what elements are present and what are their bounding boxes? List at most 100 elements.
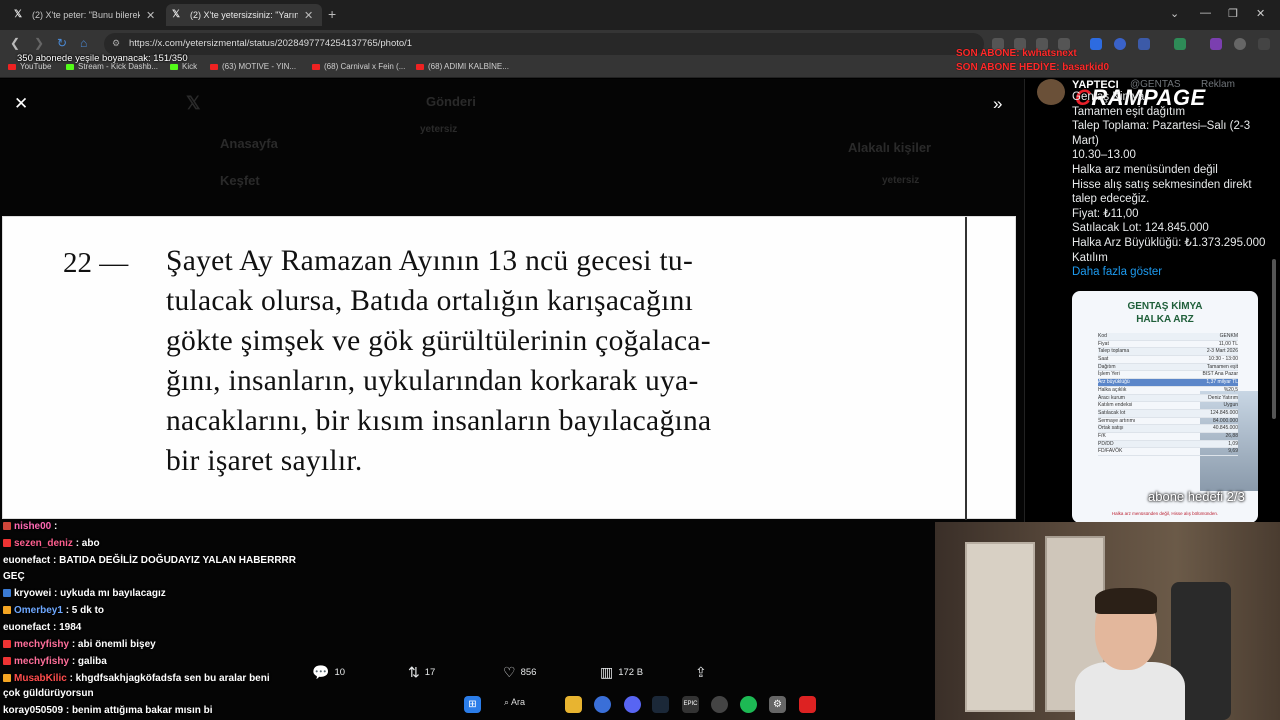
chat-badge-icon bbox=[3, 640, 11, 648]
taskbar: ⊞ ⌕ Ara EPIC ⚙ bbox=[462, 693, 822, 717]
like-button[interactable]: ♡ 856 bbox=[503, 664, 536, 681]
ad-text: Gentaş Kimya Tamamen eşit dağıtım Talep … bbox=[1072, 90, 1272, 280]
chat-username[interactable]: nishe00 bbox=[14, 521, 51, 532]
taskbar-search[interactable]: ⌕ Ara bbox=[504, 697, 525, 708]
extension-icon[interactable] bbox=[1138, 38, 1150, 50]
steam-icon[interactable] bbox=[652, 696, 669, 713]
scrollbar[interactable] bbox=[1272, 259, 1276, 419]
close-icon[interactable]: ✕ bbox=[146, 9, 155, 22]
view-count: 172 B bbox=[618, 667, 644, 678]
lab-icon[interactable] bbox=[1174, 38, 1186, 50]
ad-table-key: FD/FAVÖK bbox=[1098, 448, 1123, 455]
close-lightbox-button[interactable]: ✕ bbox=[14, 94, 28, 114]
menu-icon[interactable] bbox=[1258, 38, 1270, 50]
browser-icon[interactable] bbox=[594, 696, 611, 713]
ad-table-value: Uygun bbox=[1223, 402, 1238, 409]
extension-icon[interactable] bbox=[1210, 38, 1222, 50]
photo-text-line: bir işaret sayılır. bbox=[166, 445, 363, 477]
windows-start-icon[interactable]: ⊞ bbox=[464, 696, 481, 713]
ad-table-value: 124.845.000 bbox=[1210, 409, 1238, 416]
bookmark-adimi-kalbine[interactable]: (68) ADIMI KALBİNE... bbox=[416, 62, 509, 71]
ad-text-line: Hisse alış satış sekmesinden direkt bbox=[1072, 178, 1252, 191]
url-field[interactable]: ⚙ https://x.com/yetersizmental/status/20… bbox=[104, 33, 984, 55]
post-header: Gönderi bbox=[426, 94, 476, 109]
chat-username[interactable]: kryowei bbox=[14, 588, 51, 599]
ad-table-row: Fiyat 11,00 TL bbox=[1098, 341, 1238, 349]
settings-icon[interactable]: ⚙ bbox=[769, 696, 786, 713]
sub-progress-overlay: 350 abonede yeşile boyanacak: 151/350 bbox=[17, 53, 188, 64]
obs-icon[interactable] bbox=[711, 696, 728, 713]
extension-icon[interactable] bbox=[1114, 38, 1126, 50]
window-close-icon[interactable]: ✕ bbox=[1256, 7, 1265, 20]
maximize-icon[interactable]: ❐ bbox=[1228, 7, 1238, 20]
ad-table-value: 11,00 TL bbox=[1218, 340, 1238, 347]
ad-text-line: Tamamen eşit dağıtım bbox=[1072, 105, 1186, 118]
views-button[interactable]: ▥ 172 B bbox=[600, 664, 643, 681]
discord-icon[interactable] bbox=[624, 696, 641, 713]
streamer-body bbox=[1075, 662, 1185, 720]
chat-badge-icon bbox=[3, 606, 11, 614]
photo-text-line: tulacak olursa, Batıda ortalığın karışac… bbox=[166, 285, 694, 317]
ad-table-key: Arz büyüklüğü bbox=[1098, 379, 1130, 386]
ad-table-key: Satılacak lot bbox=[1098, 409, 1126, 416]
youtube-icon bbox=[210, 63, 218, 70]
chat-username[interactable]: mechyfishy bbox=[14, 656, 69, 667]
bookmark-motive[interactable]: (63) MOTIVE - YIN... bbox=[210, 62, 296, 71]
chat-username[interactable]: euonefact bbox=[3, 555, 50, 566]
ad-table-row: F/K 26,88 bbox=[1098, 433, 1238, 441]
chat-username[interactable]: MusabKilic bbox=[14, 673, 67, 684]
browser-tab[interactable]: 𝕏 (2) X'te peter: "Bunu bilerek mi ✕ bbox=[8, 4, 164, 26]
avatar[interactable] bbox=[1037, 79, 1065, 105]
ad-table-row: Katılım endeksi Uygun bbox=[1098, 402, 1238, 410]
minimize-icon[interactable]: — bbox=[1200, 7, 1211, 19]
ad-table-value: %20,5 bbox=[1223, 386, 1238, 393]
share-button[interactable]: ⇪ bbox=[695, 664, 712, 681]
ad-text-line: Halka arz menüsünden değil bbox=[1072, 163, 1218, 176]
ad-table-value: 9,69 bbox=[1228, 448, 1238, 455]
chat-badge-icon bbox=[3, 589, 11, 597]
ad-table-row: Satılacak lot 124.845.000 bbox=[1098, 409, 1238, 418]
epic-games-icon[interactable]: EPIC bbox=[682, 696, 699, 713]
chat-username[interactable]: euonefact bbox=[3, 622, 50, 633]
ad-table-key: Saat bbox=[1098, 356, 1109, 363]
browser-tab-active[interactable]: 𝕏 (2) X'te yetersizsiniz: "Yarın ramazan… bbox=[166, 4, 322, 26]
chat-username[interactable]: sezen_deniz bbox=[14, 538, 73, 549]
ad-table-value: Deniz Yatırım bbox=[1208, 394, 1238, 401]
chat-username[interactable]: Omerbey1 bbox=[14, 605, 63, 616]
chat-text: : benim attığıma bakar mısın bi bbox=[65, 705, 213, 716]
app-icon[interactable] bbox=[799, 696, 816, 713]
nav-explore: Keşfet bbox=[220, 173, 260, 188]
forward-icon[interactable]: ❯ bbox=[34, 36, 44, 50]
chat-badge-icon bbox=[3, 539, 11, 547]
repost-button[interactable]: ⇅ 17 bbox=[408, 664, 435, 681]
show-more-link[interactable]: Daha fazla göster bbox=[1072, 265, 1272, 280]
spotify-icon[interactable] bbox=[740, 696, 757, 713]
ad-table-key: Sermaye artırımı bbox=[1098, 417, 1136, 424]
bookmark-carnival[interactable]: (68) Carnival x Fein (... bbox=[312, 62, 405, 71]
scan-edge bbox=[965, 217, 967, 520]
chat-message: çok güldürüyorsun bbox=[3, 688, 94, 699]
site-info-icon[interactable]: ⚙ bbox=[112, 38, 120, 49]
streamer bbox=[1075, 588, 1195, 720]
new-tab-button[interactable]: + bbox=[328, 6, 336, 22]
photo-text-line: Şayet Ay Ramazan Ayının 13 ncü gecesi tu… bbox=[166, 245, 694, 277]
ad-text-line: Mart) bbox=[1072, 134, 1099, 147]
home-icon[interactable]: ⌂ bbox=[80, 36, 87, 50]
close-icon[interactable]: ✕ bbox=[304, 9, 313, 22]
file-explorer-icon[interactable] bbox=[565, 696, 582, 713]
tab-search-icon[interactable]: ⌄ bbox=[1170, 7, 1179, 20]
ad-table-key: Katılım endeksi bbox=[1098, 402, 1133, 409]
chat-text: : galiba bbox=[71, 656, 107, 667]
back-icon[interactable]: ❮ bbox=[10, 36, 20, 50]
expand-sidebar-button[interactable]: » bbox=[993, 94, 1002, 114]
chat-username[interactable]: koray050509 bbox=[3, 705, 63, 716]
reply-button[interactable]: 💬 10 bbox=[312, 664, 345, 681]
heart-icon: ♡ bbox=[503, 664, 516, 680]
streamer-hair bbox=[1095, 588, 1157, 614]
x-logo-icon: 𝕏 bbox=[172, 9, 181, 20]
chat-username[interactable]: mechyfishy bbox=[14, 639, 69, 650]
ad-label: Reklam bbox=[1201, 79, 1235, 90]
profile-icon[interactable] bbox=[1234, 38, 1246, 50]
ad-table-key: Dağıtım bbox=[1098, 363, 1116, 370]
reload-icon[interactable]: ↻ bbox=[57, 36, 67, 50]
